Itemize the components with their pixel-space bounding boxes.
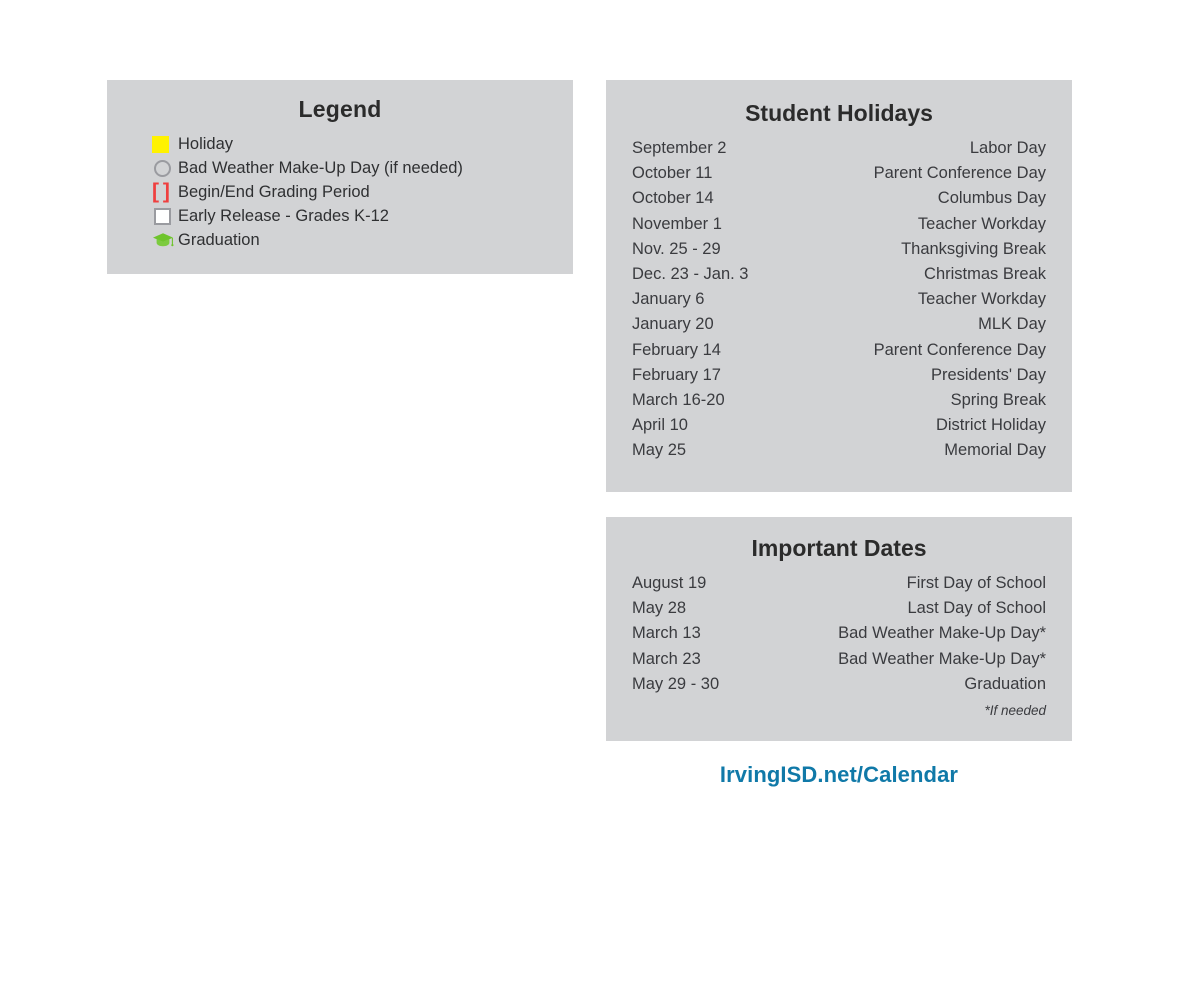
holiday-desc: MLK Day [978, 315, 1046, 334]
holiday-desc: Christmas Break [924, 265, 1046, 284]
holiday-date: February 17 [632, 365, 721, 384]
legend-panel: Legend Holiday Bad Weather Make-Up Day (… [107, 80, 573, 274]
table-row: May 29 - 30 Graduation [632, 672, 1046, 697]
table-row: April 10 District Holiday [632, 413, 1046, 438]
holiday-date: January 20 [632, 315, 714, 334]
holiday-date: April 10 [632, 416, 688, 435]
important-desc: Graduation [964, 674, 1046, 693]
holiday-date: October 11 [632, 164, 713, 183]
holiday-desc: Thanksgiving Break [901, 239, 1046, 258]
holiday-desc: Labor Day [969, 139, 1046, 158]
table-row: October 11 Parent Conference Day [632, 161, 1046, 186]
table-row: Dec. 23 - Jan. 3 Christmas Break [632, 262, 1046, 287]
footnote-text: *If needed [984, 703, 1046, 719]
holiday-desc: Parent Conference Day [873, 340, 1046, 359]
student-holidays-panel: Student Holidays September 2 Labor Day O… [606, 80, 1072, 492]
table-row: February 17 Presidents' Day [632, 363, 1046, 388]
table-row: November 1 Teacher Workday [632, 212, 1046, 237]
legend-item-bad-weather: Bad Weather Make-Up Day (if needed) [152, 157, 573, 179]
important-dates-panel: Important Dates August 19 First Day of S… [606, 517, 1072, 741]
important-desc: Bad Weather Make-Up Day* [838, 624, 1046, 643]
gray-square-icon [152, 206, 178, 226]
important-date: August 19 [632, 574, 707, 593]
table-row: May 25 Memorial Day [632, 438, 1046, 463]
student-holidays-title: Student Holidays [745, 100, 933, 126]
holiday-desc: District Holiday [935, 416, 1046, 435]
table-row: March 16-20 Spring Break [632, 388, 1046, 413]
holiday-date: Nov. 25 - 29 [632, 239, 721, 258]
important-date: March 13 [632, 624, 701, 643]
legend-item-label: Graduation [178, 231, 260, 249]
holiday-date: January 6 [632, 290, 705, 309]
holiday-date: October 14 [632, 189, 714, 208]
legend-item-label: Holiday [178, 135, 234, 153]
legend-item-label: Bad Weather Make-Up Day (if needed) [178, 159, 463, 177]
table-row: August 19 First Day of School [632, 571, 1046, 596]
student-holidays-table: September 2 Labor Day October 11 Parent … [632, 136, 1046, 463]
important-dates-table: August 19 First Day of School May 28 Las… [632, 571, 1046, 723]
holiday-date: September 2 [632, 139, 727, 158]
table-row: February 14 Parent Conference Day [632, 338, 1046, 363]
holiday-desc: Spring Break [950, 390, 1046, 409]
holiday-desc: Teacher Workday [917, 214, 1046, 233]
holiday-date: Dec. 23 - Jan. 3 [632, 265, 749, 284]
gray-circle-icon [152, 158, 178, 178]
holiday-date: May 25 [632, 441, 687, 460]
red-brackets-glyph: [ ] [152, 180, 170, 203]
legend-item-grading-period: [ ] Begin/End Grading Period [152, 181, 573, 203]
legend-list: Holiday Bad Weather Make-Up Day (if need… [107, 133, 573, 251]
footnote-spacer [632, 697, 754, 723]
yellow-square-icon [152, 134, 178, 154]
table-row: Nov. 25 - 29 Thanksgiving Break [632, 237, 1046, 262]
legend-item-graduation: Graduation [152, 229, 573, 251]
important-dates-title: Important Dates [751, 535, 927, 561]
holiday-date: February 14 [632, 340, 721, 359]
important-date: March 23 [632, 649, 701, 668]
holiday-desc: Teacher Workday [917, 290, 1046, 309]
important-date: May 28 [632, 599, 687, 618]
holiday-desc: Memorial Day [944, 441, 1046, 460]
red-brackets-icon: [ ] [152, 180, 178, 203]
holiday-date: November 1 [632, 214, 722, 233]
table-row: May 28 Last Day of School [632, 596, 1046, 621]
holiday-desc: Presidents' Day [930, 365, 1046, 384]
holiday-date: March 16-20 [632, 390, 725, 409]
important-date: May 29 - 30 [632, 674, 720, 693]
holiday-desc: Parent Conference Day [873, 164, 1046, 183]
table-row: March 13 Bad Weather Make-Up Day* [632, 621, 1046, 646]
table-row: March 23 Bad Weather Make-Up Day* [632, 647, 1046, 672]
important-desc: Bad Weather Make-Up Day* [838, 649, 1046, 668]
graduation-cap-icon [152, 230, 178, 250]
legend-item-holiday: Holiday [152, 133, 573, 155]
legend-item-label: Early Release - Grades K-12 [178, 207, 389, 225]
holiday-desc: Columbus Day [937, 189, 1046, 208]
legend-item-early-release: Early Release - Grades K-12 [152, 205, 573, 227]
table-row: September 2 Labor Day [632, 136, 1046, 161]
important-desc: Last Day of School [907, 599, 1047, 618]
footnote-row: *If needed [632, 697, 1046, 723]
table-row: October 14 Columbus Day [632, 186, 1046, 211]
legend-item-label: Begin/End Grading Period [178, 183, 370, 201]
legend-title: Legend [298, 96, 382, 122]
table-row: January 6 Teacher Workday [632, 287, 1046, 312]
calendar-url-link[interactable]: IrvingISD.net/Calendar [606, 762, 1072, 788]
table-row: January 20 MLK Day [632, 312, 1046, 337]
important-desc: First Day of School [906, 574, 1046, 593]
